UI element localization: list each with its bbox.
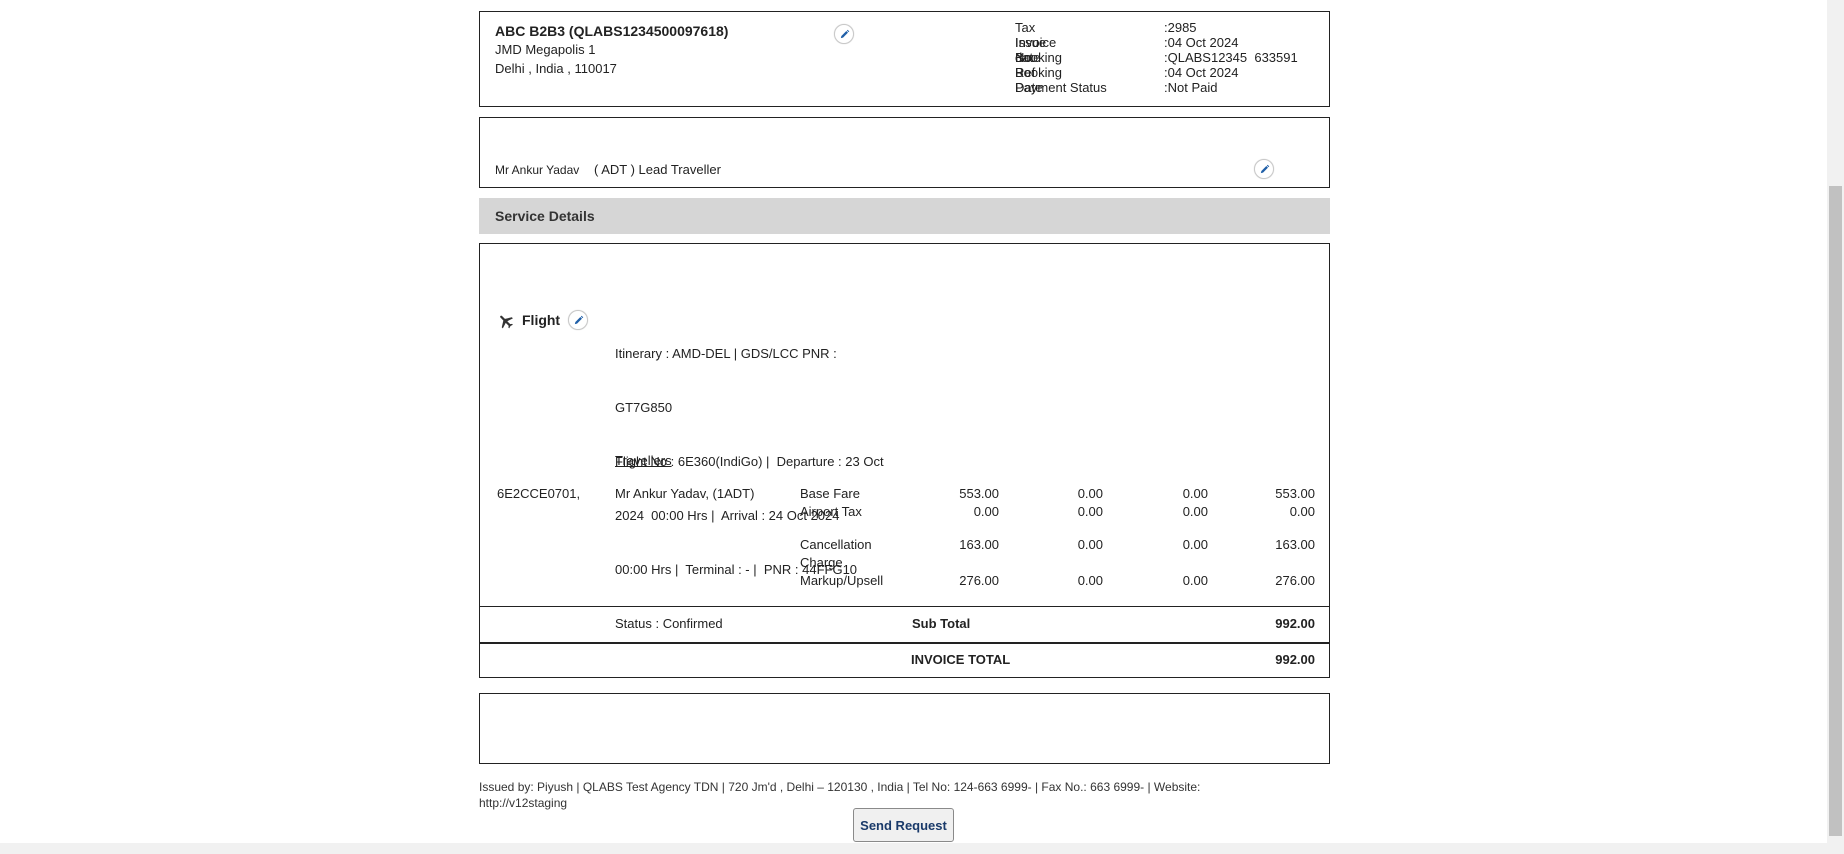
service-details-title: Service Details (495, 208, 595, 224)
charge-label: Markup/Upsell (800, 573, 884, 588)
pencil-icon (1260, 164, 1269, 173)
edit-traveller-button[interactable] (1254, 159, 1274, 179)
edit-agency-button[interactable] (834, 24, 854, 44)
charge-amount: 276.00 (959, 573, 999, 588)
meta-value: :2985 (1164, 20, 1197, 35)
agency-address-line1: JMD Megapolis 1 (495, 42, 596, 57)
invoice-total-label: INVOICE TOTAL (911, 652, 1011, 667)
subtotal-value: 992.00 (1275, 616, 1315, 631)
agency-name: ABC B2B3 (QLABS1234500097618) (495, 23, 729, 39)
charge-amount: 553.00 (959, 486, 999, 501)
edit-flight-button[interactable] (568, 310, 588, 330)
page-bottom-strip (0, 843, 1827, 854)
meta-value: :04 Oct 2024 (1164, 35, 1239, 50)
charge-label: Base Fare (800, 486, 860, 501)
meta-value: :QLABS12345 633591 (1164, 50, 1298, 65)
charge-amount: 163.00 (959, 537, 999, 552)
flight-label: Flight (522, 312, 561, 328)
pencil-icon (574, 315, 583, 324)
send-request-button[interactable]: Send Request (853, 808, 954, 842)
issued-by-line1: Issued by: Piyush | QLABS Test Agency TD… (479, 780, 1201, 794)
issued-by-line2: http://v12staging (479, 796, 568, 810)
flight-detail-line: GT7G850 (615, 400, 673, 415)
ticket-number: 6E2CCE0701, (497, 486, 581, 501)
charge-amount: 0.00 (973, 504, 999, 519)
service-details-box: Flight Itinerary : AMD-DEL | GDS/LCC PNR… (479, 243, 1330, 678)
meta-label: Payment Status (1015, 80, 1107, 95)
lead-traveller-box: Mr Ankur Yadav ( ADT ) Lead Traveller (479, 117, 1330, 188)
charge-amount: 0.00 (1182, 573, 1208, 588)
lead-traveller-type: ( ADT ) Lead Traveller (594, 162, 721, 177)
airplane-icon (497, 312, 515, 330)
charge-total: 163.00 (1275, 537, 1315, 552)
charge-total: 276.00 (1275, 573, 1315, 588)
agency-address-line2: Delhi , India , 110017 (495, 61, 617, 76)
service-details-header: Service Details (479, 198, 1330, 234)
charge-amount: 0.00 (1077, 537, 1103, 552)
subtotal-label: Sub Total (912, 616, 971, 631)
invoice-total-value: 992.00 (1275, 652, 1315, 667)
meta-value: :04 Oct 2024 (1164, 65, 1239, 80)
vertical-scrollbar[interactable] (1827, 0, 1844, 854)
invoice-total-divider (480, 642, 1329, 644)
travellers-heading: Travellers (615, 453, 672, 468)
issued-by-footer: Issued by: Piyush | QLABS Test Agency TD… (479, 779, 1200, 811)
charge-label: Cancellation (800, 537, 872, 552)
notes-box (479, 693, 1330, 764)
subtotal-divider (480, 606, 1329, 607)
flight-detail-line: Status : Confirmed (615, 616, 723, 631)
charge-amount: 0.00 (1077, 573, 1103, 588)
charge-total: 553.00 (1275, 486, 1315, 501)
charge-amount: 0.00 (1182, 537, 1208, 552)
charge-amount: 0.00 (1182, 504, 1208, 519)
scrollbar-thumb[interactable] (1829, 186, 1842, 836)
charge-amount: 0.00 (1077, 486, 1103, 501)
charge-amount: 0.00 (1182, 486, 1208, 501)
invoice-header-box: ABC B2B3 (QLABS1234500097618) JMD Megapo… (479, 11, 1330, 107)
charge-label: Airport Tax (800, 504, 862, 519)
pencil-icon (840, 29, 849, 38)
charge-amount: 0.00 (1077, 504, 1103, 519)
charge-total: 0.00 (1289, 504, 1315, 519)
meta-value: :Not Paid (1164, 80, 1218, 95)
flight-detail-line: Itinerary : AMD-DEL | GDS/LCC PNR : (615, 346, 837, 361)
traveller-name: Mr Ankur Yadav, (1ADT) (615, 486, 755, 501)
lead-traveller-name: Mr Ankur Yadav (495, 163, 580, 177)
charge-label: Charge (800, 555, 843, 570)
